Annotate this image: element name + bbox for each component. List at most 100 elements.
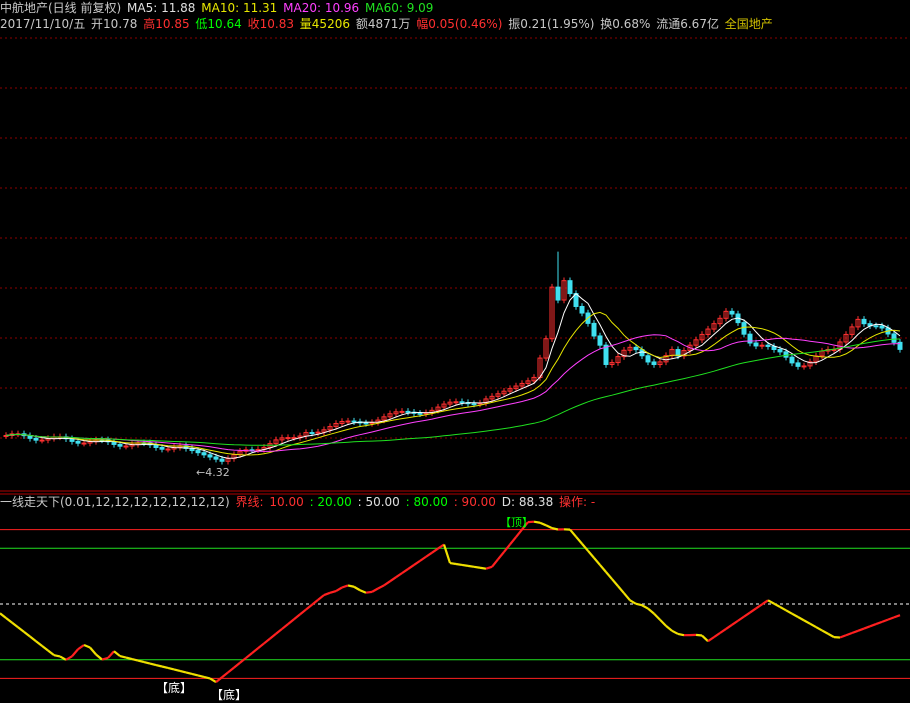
candle-body [40, 440, 44, 441]
d-line-segment [12, 623, 18, 628]
d-line-segment [282, 624, 288, 629]
d-line-segment [366, 592, 372, 593]
d-line-segment [6, 618, 12, 623]
d-line-segment [816, 627, 822, 630]
candle-body [160, 447, 164, 449]
candle-body [460, 402, 464, 403]
d-line-segment [90, 648, 96, 655]
candle-body [76, 441, 80, 443]
d-line-segment [480, 568, 486, 569]
d-line-segment [150, 664, 156, 665]
candle-body [310, 433, 314, 434]
d-line-segment [828, 634, 834, 637]
candle-body [802, 366, 806, 367]
d-line-segment [486, 567, 492, 569]
d-line-segment [798, 617, 804, 620]
d-line-segment [144, 662, 150, 663]
d-line-segment [846, 633, 852, 635]
d-line-segment [324, 593, 330, 595]
d-line-segment [714, 633, 720, 637]
candle-body [766, 345, 770, 346]
d-line-segment [456, 564, 462, 565]
d-line-segment [108, 651, 114, 658]
candle-body [652, 362, 656, 365]
candle-body [406, 411, 410, 412]
price-chart [0, 0, 910, 492]
d-line-segment [672, 631, 678, 634]
candle-body [364, 423, 368, 424]
d-line-segment [738, 617, 744, 621]
d-line-segment [300, 610, 306, 615]
d-line-segment [42, 646, 48, 651]
d-line-segment [642, 605, 648, 608]
d-line-segment [648, 609, 654, 614]
d-line-segment [222, 672, 228, 677]
d-line-segment [174, 669, 180, 670]
d-line-segment [60, 656, 66, 659]
header-line-2: 2017/11/10/五 开10.78 高10.85 低10.64 收10.83… [0, 16, 775, 32]
stock-title: 中航地产(日线 前复权) [0, 1, 121, 15]
d-line-segment [768, 600, 774, 603]
d-line-segment [726, 625, 732, 629]
d-line-segment [336, 587, 342, 591]
d-line-segment [138, 661, 144, 662]
d-line-segment [276, 629, 282, 634]
d-line-segment [378, 585, 384, 588]
d-line-segment [0, 613, 6, 618]
d-line-segment [330, 591, 336, 593]
d-line-segment [228, 668, 234, 673]
change-label: 幅0.05(0.46%) [416, 17, 502, 31]
bottom-signal-2: 【底】 [211, 686, 247, 703]
high-label: 高10.85 [143, 17, 189, 31]
d-line-segment [624, 593, 630, 600]
d-line-segment [582, 544, 588, 551]
ma60-label: MA60: 9.09 [365, 1, 433, 15]
candle-body [400, 411, 404, 412]
d-line-segment [372, 588, 378, 591]
candle-body [82, 443, 86, 444]
d-line-segment [468, 566, 474, 567]
ma20-label: MA20: 10.96 [283, 1, 359, 15]
d-line-segment [474, 567, 480, 568]
d-line-segment [84, 645, 90, 648]
candle-body [754, 343, 758, 346]
d-line-segment [864, 626, 870, 628]
d-line-segment [852, 631, 858, 633]
d-line-segment [348, 585, 354, 586]
d-line-segment [288, 619, 294, 624]
low-label: 低10.64 [195, 17, 241, 31]
d-line-segment [594, 558, 600, 565]
volume-label: 量45206 [300, 17, 350, 31]
candle-body [778, 349, 782, 351]
d-line-segment [120, 656, 126, 657]
d-line-segment [744, 613, 750, 617]
d-line-segment [636, 604, 642, 605]
candle-body [742, 323, 746, 335]
d-line-segment [54, 655, 60, 656]
ma5-line [6, 294, 900, 459]
d-line-segment [756, 604, 762, 608]
d-line-segment [252, 648, 258, 653]
d-line-segment [408, 565, 414, 569]
d-line-segment [876, 622, 882, 624]
d-line-segment [870, 624, 876, 626]
candle-body [214, 457, 218, 459]
d-line-segment [96, 655, 102, 660]
close-label: 收10.83 [248, 17, 294, 31]
candle-body [568, 281, 572, 294]
candle-body [748, 334, 752, 343]
d-line-segment [660, 620, 666, 626]
ma20-line [6, 335, 900, 452]
ma60-line [6, 339, 900, 445]
candle-body [286, 438, 290, 439]
d-line-segment [552, 528, 558, 529]
d-line-segment [318, 595, 324, 600]
low-price-value: 4.32 [205, 466, 230, 479]
d-line-segment [102, 658, 108, 660]
amount-label: 额4871万 [356, 17, 411, 31]
candle-body [124, 446, 128, 447]
d-line-segment [492, 559, 498, 566]
d-line-segment [360, 590, 366, 592]
d-line-segment [882, 620, 888, 622]
d-line-segment [612, 579, 618, 586]
